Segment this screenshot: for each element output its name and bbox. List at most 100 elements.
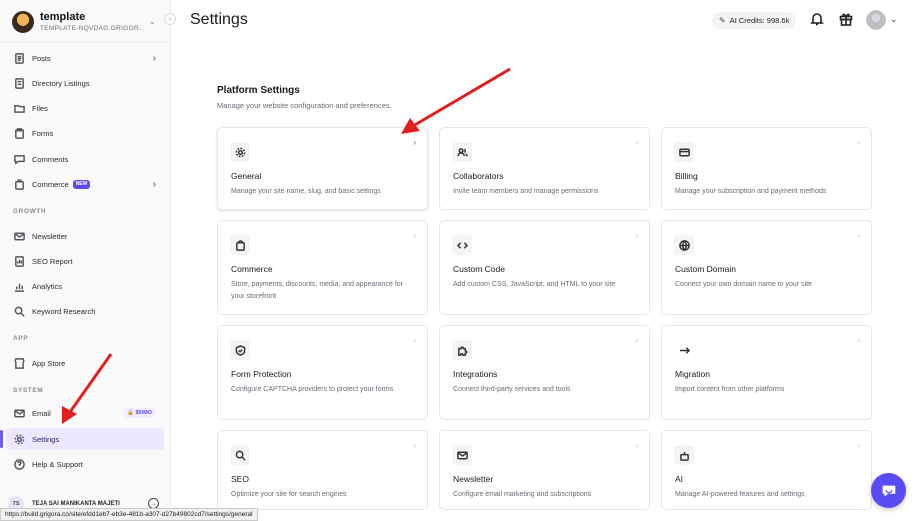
sidebar-item-keyword-research[interactable]: Keyword Research <box>6 300 164 322</box>
chevron-right-icon: › <box>152 178 156 190</box>
chevron-right-icon: › <box>413 138 416 147</box>
sidebar-item-seo-report[interactable]: SEO Report <box>6 250 164 272</box>
sidebar-item-commerce[interactable]: Commerce NEW › <box>6 173 164 195</box>
sidebar-item-settings[interactable]: Settings <box>0 428 164 450</box>
sidebar-item-label: SEO Report <box>32 256 73 266</box>
card-description: Connect third-party services and tools <box>453 386 571 393</box>
card-custom-domain[interactable]: › Custom Domain Connect your own domain … <box>661 220 872 315</box>
sidebar-item-newsletter[interactable]: Newsletter <box>6 225 164 247</box>
card-description: Store, payments, discounts, media, and a… <box>231 281 403 300</box>
status-bar-url: https://build.grigora.co/site/efdd1eb7-e… <box>0 508 258 521</box>
card-custom-code[interactable]: › Custom Code Add custom CSS, JavaScript… <box>439 220 650 315</box>
mail-icon <box>452 445 472 465</box>
sidebar-item-label: Keyword Research <box>32 306 96 316</box>
list-icon <box>14 77 25 89</box>
sidebar-item-label: Help & Support <box>32 459 83 469</box>
sidebar-item-analytics[interactable]: Analytics <box>6 275 164 297</box>
workspace-name: template <box>40 11 86 23</box>
mail-icon <box>14 408 25 419</box>
page-title: Settings <box>190 11 248 28</box>
section-label-app: APP <box>13 335 29 342</box>
bag-icon <box>230 235 250 255</box>
chevron-right-icon: › <box>857 231 860 240</box>
chevron-right-icon: › <box>857 138 860 147</box>
sidebar-item-label: Settings <box>32 434 60 444</box>
section-label-growth: GROWTH <box>13 208 47 215</box>
card-form-protection[interactable]: › Form Protection Configure CAPTCHA prov… <box>217 325 428 420</box>
comment-icon <box>14 154 25 165</box>
sidebar-item-forms[interactable]: Forms <box>6 122 164 144</box>
divider <box>0 42 171 43</box>
card-integrations[interactable]: › Integrations Connect third-party servi… <box>439 325 650 420</box>
bag-icon <box>14 178 25 190</box>
sidebar-item-label: Newsletter <box>32 231 68 241</box>
sidebar-item-app-store[interactable]: App Store <box>6 352 164 374</box>
card-title: Integrations <box>453 369 498 379</box>
sidebar-item-label: Analytics <box>32 281 63 291</box>
card-migration[interactable]: › Migration Import content from other pl… <box>661 325 872 420</box>
sidebar-item-help[interactable]: Help & Support <box>6 453 164 475</box>
code-icon <box>452 235 472 255</box>
card-commerce[interactable]: › Commerce Store, payments, discounts, m… <box>217 220 428 315</box>
section-label-system: SYSTEM <box>13 387 44 394</box>
card-title: Custom Domain <box>675 264 736 274</box>
card-billing[interactable]: › Billing Manage your subscription and p… <box>661 127 872 210</box>
card-title: Newsletter <box>453 474 494 484</box>
sidebar-item-email[interactable]: Email 🔒 $5/MO <box>6 402 164 424</box>
card-description: Configure CAPTCHA providers to protect y… <box>231 386 394 393</box>
card-title: AI <box>675 474 684 484</box>
store-icon <box>14 357 25 369</box>
collapse-sidebar-button[interactable]: ‹ <box>164 13 176 25</box>
chat-icon <box>882 485 895 496</box>
mail-icon <box>14 231 25 242</box>
section-description: Manage your website configuration and pr… <box>217 101 392 110</box>
card-newsletter[interactable]: › Newsletter Configure email marketing a… <box>439 430 650 510</box>
card-seo[interactable]: › SEO Optimize your site for search engi… <box>217 430 428 510</box>
gear-icon <box>230 142 250 162</box>
card-general[interactable]: › General Manage your site name, slug, a… <box>217 127 428 210</box>
sidebar-item-posts[interactable]: Posts › <box>6 47 164 69</box>
card-description: Import content from other platforms <box>675 386 785 393</box>
chevron-right-icon: › <box>635 441 638 450</box>
arrow-right-icon <box>674 340 694 360</box>
ai-credits-badge[interactable]: ✎ AI Credits: 998.6k <box>712 12 797 29</box>
card-description: Manage your subscription and payment met… <box>675 188 827 195</box>
search-icon <box>14 306 25 317</box>
profile-avatar[interactable] <box>866 10 886 30</box>
card-description: Configure email marketing and subscripti… <box>453 491 592 498</box>
shield-icon <box>230 340 250 360</box>
card-title: Form Protection <box>231 369 292 379</box>
card-icon <box>674 142 694 162</box>
chart-icon <box>14 281 25 292</box>
card-title: Billing <box>675 171 698 181</box>
bell-icon[interactable] <box>810 12 824 26</box>
card-description: Optimize your site for search engines <box>231 491 347 498</box>
chevron-right-icon: › <box>857 441 860 450</box>
card-description: Manage AI-powered features and settings <box>675 491 805 498</box>
sidebar-item-label: Forms <box>32 128 54 138</box>
sidebar-item-directory-listings[interactable]: Directory Listings <box>6 72 164 94</box>
card-ai[interactable]: › AI Manage AI-powered features and sett… <box>661 430 872 510</box>
sidebar-item-label: Commerce <box>32 179 69 189</box>
gift-icon[interactable] <box>839 12 853 26</box>
card-title: Commerce <box>231 264 273 274</box>
users-icon <box>452 142 472 162</box>
sidebar-item-files[interactable]: Files <box>6 97 164 119</box>
chevron-down-icon[interactable]: ⌄ <box>890 14 898 25</box>
ai-credits-label: AI Credits: 998.6k <box>729 16 790 25</box>
chevron-right-icon: › <box>635 336 638 345</box>
sidebar-item-comments[interactable]: Comments <box>6 148 164 170</box>
chat-widget-button[interactable] <box>871 473 906 508</box>
section-title: Platform Settings <box>217 85 300 96</box>
chevron-right-icon: › <box>413 336 416 345</box>
card-title: Custom Code <box>453 264 505 274</box>
chevron-right-icon: › <box>635 231 638 240</box>
sidebar-item-label: Email <box>32 408 51 418</box>
sidebar-item-label: Posts <box>32 53 51 63</box>
card-collaborators[interactable]: › Collaborators Invite team members and … <box>439 127 650 210</box>
new-badge: NEW <box>72 179 91 189</box>
workspace-switcher[interactable]: template TEMPLATE-NQVDAG.GRIGOR... ⌄ <box>12 8 162 36</box>
price-badge: 🔒 $5/MO <box>123 408 156 418</box>
card-description: Manage your site name, slug, and basic s… <box>231 188 381 195</box>
sidebar-item-label: App Store <box>32 358 66 368</box>
